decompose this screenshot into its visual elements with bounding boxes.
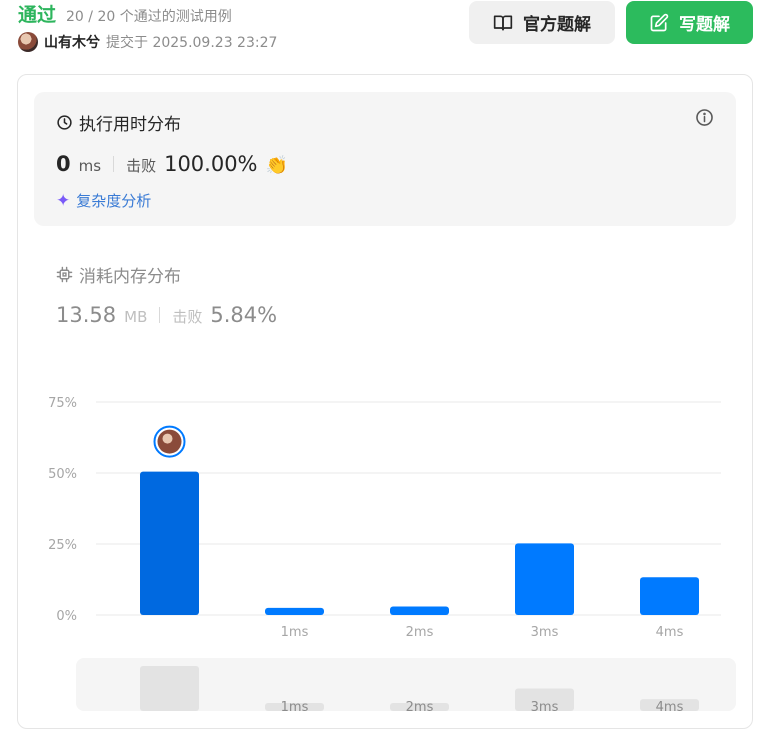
divider [159, 307, 161, 323]
runtime-value: 0 [56, 152, 71, 176]
info-icon[interactable] [695, 108, 714, 127]
submitted-time: 提交于 2025.09.23 23:27 [106, 35, 278, 51]
official-solution-button[interactable]: 官方题解 [469, 1, 615, 44]
chip-icon [56, 266, 73, 283]
memory-title-text: 消耗内存分布 [79, 267, 181, 287]
sparkle-icon: ✦ [56, 190, 71, 211]
runtime-card[interactable]: 执行用时分布 0 ms 击败 100.00% 👏 ✦ 复杂度分析 [34, 92, 736, 226]
chart-range-scroller[interactable] [76, 658, 736, 711]
book-icon [493, 15, 513, 30]
memory-title[interactable]: 消耗内存分布 [56, 262, 181, 287]
runtime-beat-label: 击败 [126, 157, 157, 175]
memory-unit: MB [124, 308, 148, 326]
username[interactable]: 山有木兮 [44, 32, 100, 52]
complexity-analysis-link[interactable]: ✦ 复杂度分析 [56, 190, 151, 211]
submission-status: 通过 [18, 4, 57, 26]
official-solution-label: 官方题解 [523, 15, 591, 35]
runtime-unit: ms [78, 157, 102, 175]
runtime-title-text: 执行用时分布 [79, 115, 181, 135]
test-case-count: 20 / 20 个通过的测试用例 [66, 9, 232, 25]
result-panel: 执行用时分布 0 ms 击败 100.00% 👏 ✦ 复杂度分析 消耗内存分布 … [17, 74, 753, 729]
memory-beat-label: 击败 [172, 308, 203, 326]
runtime-title: 执行用时分布 [56, 110, 181, 135]
write-solution-button[interactable]: 写题解 [626, 1, 753, 44]
memory-value: 13.58 [56, 303, 117, 327]
complexity-label: 复杂度分析 [76, 192, 152, 210]
clap-icon: 👏 [265, 155, 288, 176]
clock-icon [57, 115, 72, 130]
memory-beat-value: 5.84% [210, 303, 278, 327]
write-solution-label: 写题解 [679, 15, 730, 35]
divider [113, 156, 115, 172]
edit-icon [650, 13, 669, 31]
runtime-beat-value: 100.00% [164, 152, 258, 176]
user-avatar[interactable] [18, 32, 38, 52]
